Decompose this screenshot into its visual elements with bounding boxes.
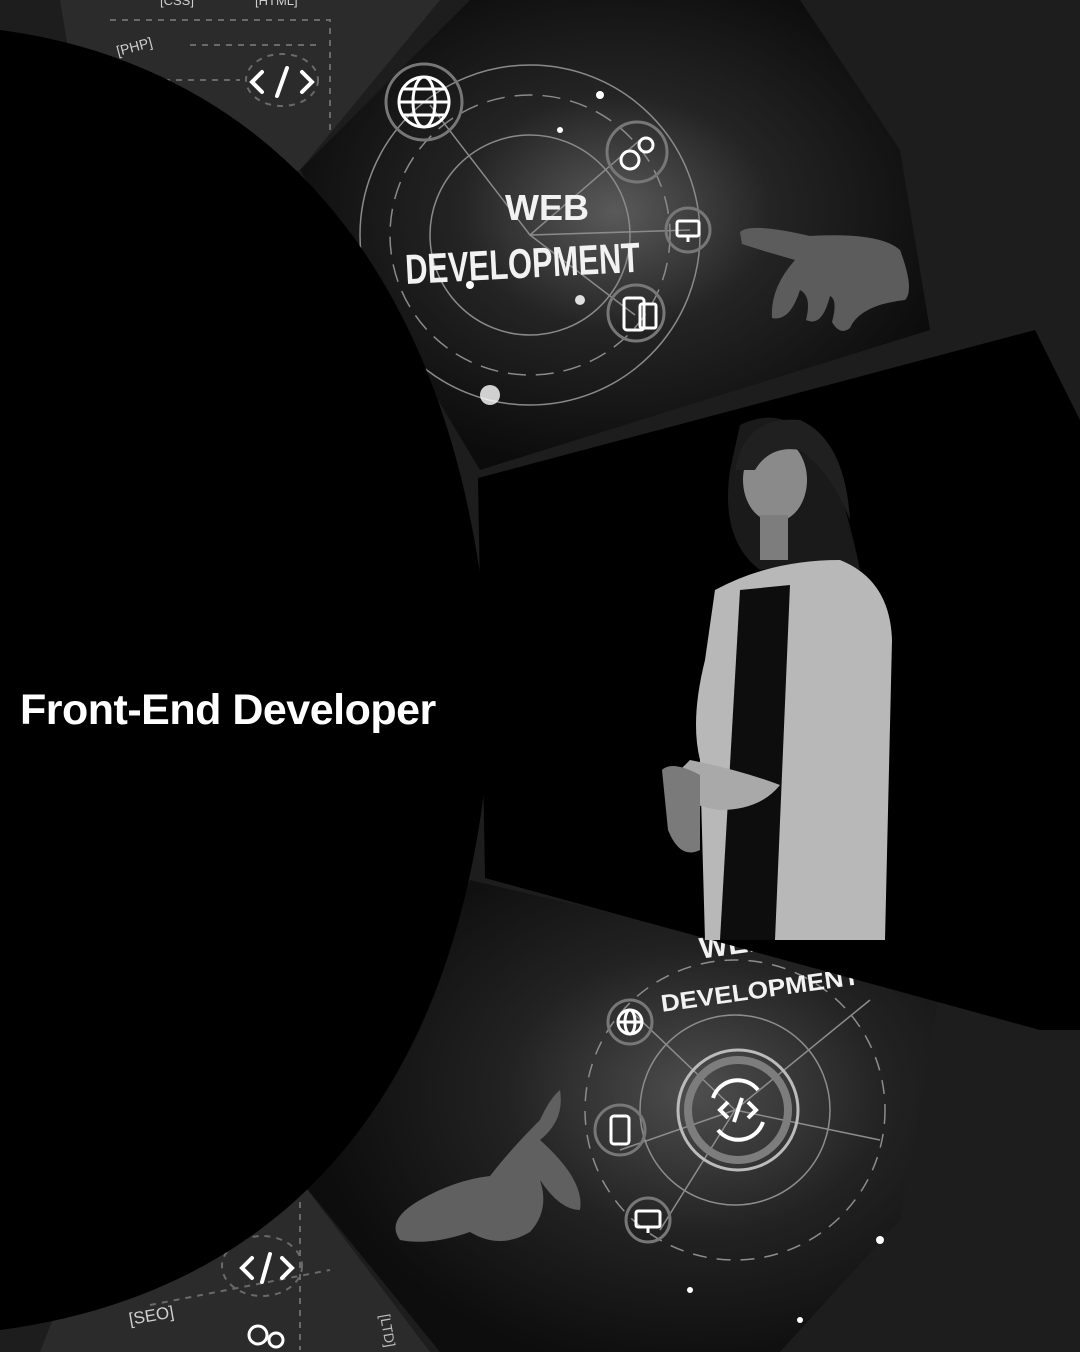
poster-canvas: [CSS] [HTML] [PHP] WEB DEVELOPMENT WEB D… <box>0 0 1080 1352</box>
headline-title: Front-End Developer <box>20 686 436 734</box>
black-disc <box>0 30 492 1330</box>
person-photo <box>662 417 892 940</box>
